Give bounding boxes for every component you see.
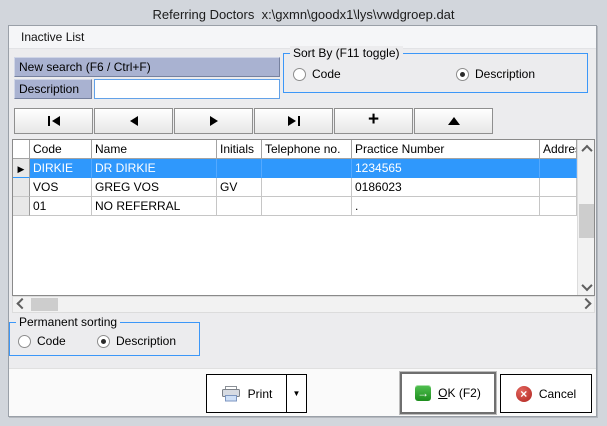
column-header-code: Code (30, 140, 92, 159)
table-row[interactable]: 01 NO REFERRAL . (13, 197, 577, 216)
permanent-sorting-legend: Permanent sorting (16, 315, 120, 329)
scroll-left-button[interactable] (13, 296, 30, 313)
print-button[interactable]: Print (207, 375, 286, 412)
cell-address (540, 197, 577, 216)
search-field-label: Description (14, 79, 92, 99)
new-search-header: New search (F6 / Ctrl+F) (14, 57, 280, 77)
chevron-down-icon (581, 279, 592, 290)
print-label: Print (248, 387, 273, 401)
row-indicator: ▶ (13, 159, 30, 178)
permanent-description-radio[interactable]: Description (97, 334, 176, 348)
first-record-icon (48, 116, 50, 126)
cell-name: NO REFERRAL (92, 197, 217, 216)
cell-code: VOS (30, 178, 92, 197)
scroll-up-button[interactable] (578, 140, 595, 157)
triangle-up-icon (448, 117, 460, 125)
nav-edit-button[interactable] (414, 108, 493, 134)
column-header-address: Address (540, 140, 577, 159)
chevron-left-icon (16, 297, 27, 308)
radio-label: Description (475, 67, 535, 81)
sort-by-groupbox: Sort By (F11 toggle) Code Description (283, 53, 588, 93)
cell-initials (217, 197, 262, 216)
cell-practice-number: 0186023 (352, 178, 540, 197)
vertical-scrollbar-thumb[interactable] (579, 204, 594, 238)
radio-label: Code (312, 67, 341, 81)
dropdown-caret-icon: ▼ (293, 390, 301, 398)
doctors-grid: Code Name Initials Telephone no. Practic… (12, 139, 595, 296)
cell-telephone (262, 197, 352, 216)
sort-by-description-radio[interactable]: Description (456, 67, 535, 81)
ok-arrow-icon: → (415, 385, 431, 401)
permanent-sorting-groupbox: Permanent sorting Code Description (9, 322, 200, 356)
cell-name: DR DIRKIE (92, 159, 217, 178)
cancel-label: Cancel (539, 387, 576, 401)
chevron-right-icon (580, 297, 591, 308)
nav-next-button[interactable] (174, 108, 253, 134)
last-record-icon (288, 116, 296, 126)
nav-prior-button[interactable] (94, 108, 173, 134)
cell-address (540, 178, 577, 197)
cell-initials (217, 159, 262, 178)
grid-header-row: Code Name Initials Telephone no. Practic… (13, 140, 577, 159)
radio-icon (293, 68, 306, 81)
table-row-selected[interactable]: ▶ DIRKIE DR DIRKIE 1234565 (13, 159, 577, 178)
sort-by-legend: Sort By (F11 toggle) (290, 46, 403, 60)
radio-icon (18, 335, 31, 348)
referring-doctors-window: { "window": { "title": "Referring Doctor… (0, 0, 607, 426)
printer-icon (221, 386, 241, 402)
cell-telephone (262, 178, 352, 197)
scroll-right-button[interactable] (577, 296, 594, 313)
cancel-button[interactable]: × Cancel (500, 374, 592, 413)
radio-icon (97, 335, 110, 348)
row-indicator (13, 178, 30, 197)
permanent-code-radio[interactable]: Code (18, 334, 66, 348)
radio-label: Code (37, 334, 66, 348)
scroll-down-button[interactable] (578, 278, 595, 295)
cancel-x-icon: × (516, 386, 532, 402)
column-header-name: Name (92, 140, 217, 159)
nav-insert-button[interactable]: + (334, 108, 413, 134)
grid-indicator-header (13, 140, 30, 159)
nav-last-button[interactable] (254, 108, 333, 134)
window-title: Referring Doctors x:\gxmn\goodx1\lys\vwd… (0, 7, 607, 22)
main-panel: Inactive List New search (F6 / Ctrl+F) D… (8, 25, 597, 417)
table-row[interactable]: VOS GREG VOS GV 0186023 (13, 178, 577, 197)
plus-icon: + (368, 115, 379, 125)
cell-address (540, 159, 577, 178)
sort-by-code-radio[interactable]: Code (293, 67, 341, 81)
horizontal-scrollbar-thumb[interactable] (31, 298, 58, 311)
vertical-scrollbar[interactable] (577, 140, 594, 295)
cell-name: GREG VOS (92, 178, 217, 197)
column-header-initials: Initials (217, 140, 262, 159)
next-record-icon (210, 116, 218, 126)
radio-label: Description (116, 334, 176, 348)
cell-initials: GV (217, 178, 262, 197)
horizontal-scrollbar[interactable] (12, 296, 595, 313)
print-dropdown-button[interactable]: ▼ (286, 375, 306, 412)
footer-bar: Print ▼ → OK (F2) × Cancel (9, 368, 596, 416)
ok-button[interactable]: → OK (F2) (400, 372, 496, 414)
print-split-button[interactable]: Print ▼ (206, 374, 307, 413)
cell-practice-number: 1234565 (352, 159, 540, 178)
prior-record-icon (130, 116, 138, 126)
cell-code: 01 (30, 197, 92, 216)
ok-label: OK (F2) (438, 386, 481, 400)
nav-first-button[interactable] (14, 108, 93, 134)
column-header-telephone: Telephone no. (262, 140, 352, 159)
column-header-practice-number: Practice Number (352, 140, 540, 159)
current-row-marker-icon: ▶ (18, 164, 25, 174)
row-indicator (13, 197, 30, 216)
chevron-up-icon (581, 144, 592, 155)
cell-code: DIRKIE (30, 159, 92, 178)
cell-practice-number: . (352, 197, 540, 216)
radio-icon (456, 68, 469, 81)
cell-telephone (262, 159, 352, 178)
description-search-input[interactable] (94, 79, 280, 99)
